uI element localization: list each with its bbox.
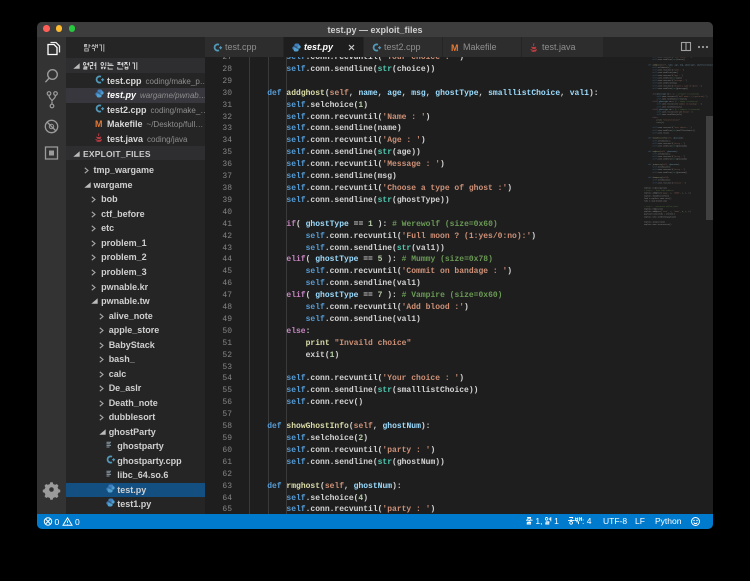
- svg-text:0: 0: [75, 517, 80, 527]
- svg-text:0: 0: [55, 517, 60, 527]
